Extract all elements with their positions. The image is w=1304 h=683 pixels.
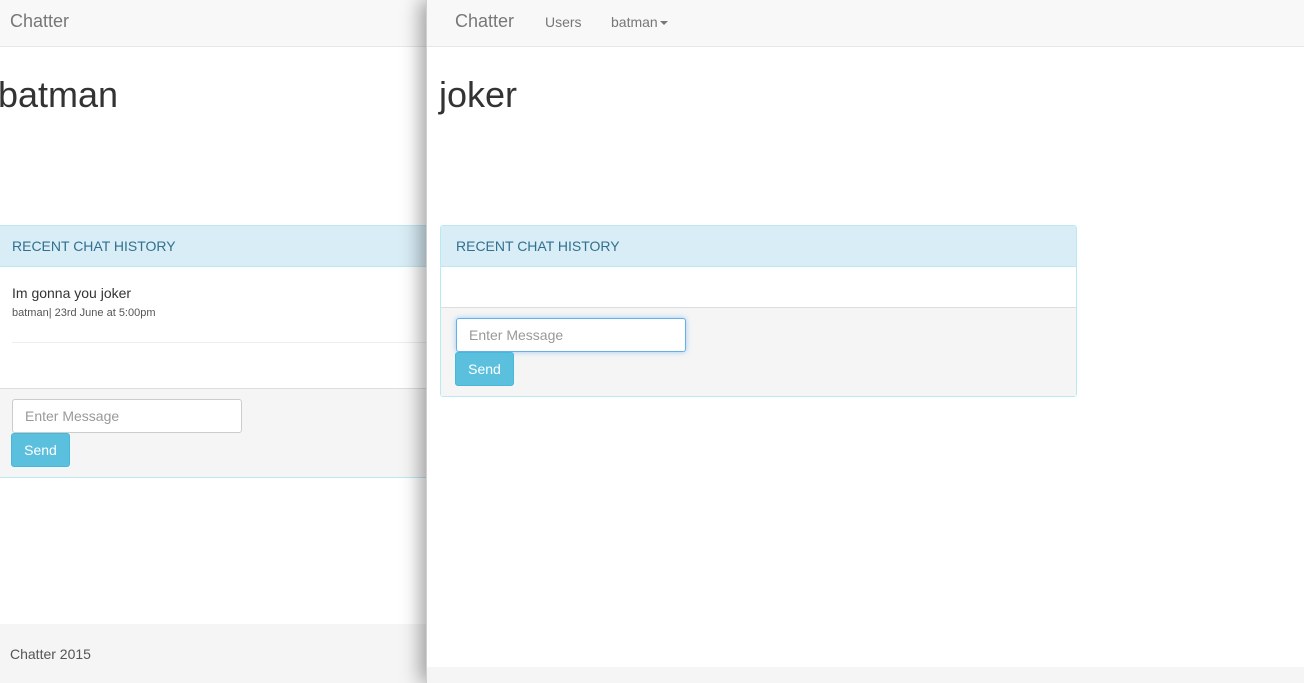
- footer-copyright: Chatter 2015: [10, 646, 91, 662]
- left-page-title: batman: [0, 74, 119, 115]
- nav-users-link[interactable]: Users: [545, 14, 582, 30]
- right-navbar: Chatter Users batman: [427, 0, 1304, 47]
- right-send-button[interactable]: Send: [455, 352, 514, 386]
- left-navbar: Chatter: [0, 0, 430, 47]
- right-footer: [427, 667, 1304, 683]
- right-chat-panel: RECENT CHAT HISTORY Send: [440, 225, 1077, 397]
- left-brand-link[interactable]: Chatter: [10, 11, 69, 32]
- left-chat-window: Chatter batman RECENT CHAT HISTORY Im go…: [0, 0, 430, 683]
- message-divider: [12, 342, 430, 343]
- caret-down-icon: [659, 21, 668, 26]
- nav-user-name: batman: [611, 14, 658, 30]
- nav-user-dropdown[interactable]: batman: [611, 14, 668, 30]
- chat-message-text: Im gonna you joker: [12, 285, 132, 301]
- left-panel-footer: Send: [0, 389, 430, 477]
- right-panel-footer: Send: [441, 308, 1076, 396]
- right-panel-heading: RECENT CHAT HISTORY: [441, 226, 1076, 267]
- right-chat-history: [441, 267, 1076, 308]
- right-chat-window: Chatter Users batman joker RECENT CHAT H…: [426, 0, 1304, 683]
- left-message-input[interactable]: [12, 399, 242, 433]
- right-page-title: joker: [439, 74, 518, 115]
- left-chat-history: Im gonna you joker batman| 23rd June at …: [0, 267, 430, 389]
- left-footer: Chatter 2015: [0, 624, 430, 683]
- left-send-button[interactable]: Send: [11, 433, 70, 467]
- chat-message-meta: batman| 23rd June at 5:00pm: [12, 307, 156, 319]
- left-chat-panel: RECENT CHAT HISTORY Im gonna you joker b…: [0, 225, 430, 478]
- right-message-input[interactable]: [456, 318, 686, 352]
- left-panel-heading: RECENT CHAT HISTORY: [0, 226, 430, 267]
- right-brand-link[interactable]: Chatter: [455, 11, 514, 32]
